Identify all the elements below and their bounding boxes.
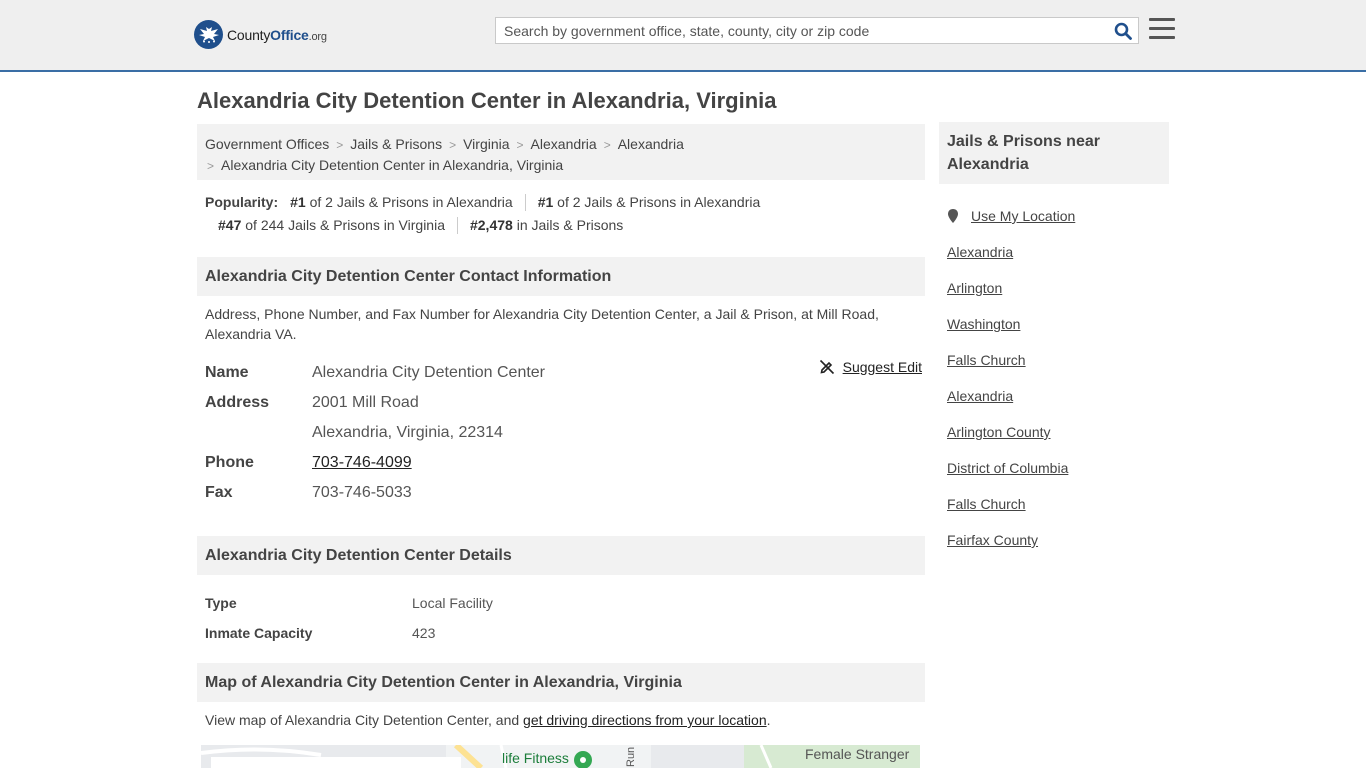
sidebar-item[interactable]: Washington — [947, 306, 1075, 342]
map-heading: Map of Alexandria City Detention Center … — [197, 663, 925, 702]
sidebar-item[interactable]: Fairfax County — [947, 522, 1075, 558]
popularity-item: #1 of 2 Jails & Prisons in Alexandria — [537, 194, 761, 210]
logo-text: CountyOffice.org — [227, 27, 327, 43]
address-label: Address — [205, 394, 270, 411]
use-location-link[interactable]: Use My Location — [971, 208, 1075, 224]
search-bar — [495, 17, 1139, 44]
details-table: Type Local Facility Inmate Capacity 423 — [205, 588, 493, 648]
phone-label: Phone — [205, 454, 254, 471]
breadcrumb: Government Offices > Jails & Prisons > Virgi… — [197, 124, 925, 180]
contact-row-address2: Alexandria, Virginia, 22314 — [205, 418, 925, 448]
popularity-item: #2,478 in Jails & Prisons — [469, 217, 624, 233]
divider — [524, 194, 526, 211]
name-value: Alexandria City Detention Center — [312, 364, 546, 381]
sidebar-item[interactable]: Falls Church — [947, 342, 1075, 378]
sidebar-link-falls-church[interactable]: Falls Church — [947, 352, 1026, 368]
capacity-label: Inmate Capacity — [205, 625, 313, 641]
location-pin-icon — [948, 209, 958, 223]
breadcrumb-link-government-offices[interactable]: Government Offices — [205, 136, 329, 152]
sidebar-link-district-of-columbia[interactable]: District of Columbia — [947, 460, 1068, 476]
logo-org: .org — [308, 30, 327, 43]
breadcrumb-current: Alexandria City Detention Center in Alex… — [221, 157, 564, 173]
search-icon — [1114, 22, 1132, 40]
breadcrumb-link-alexandria-county[interactable]: Alexandria — [531, 136, 597, 152]
breadcrumb-link-alexandria-city[interactable]: Alexandria — [618, 136, 684, 152]
driving-directions-link[interactable]: get driving directions from your locatio… — [523, 712, 767, 728]
name-label: Name — [205, 364, 249, 381]
breadcrumb-link-virginia[interactable]: Virginia — [463, 136, 509, 152]
contact-row-fax: Fax 703-746-5033 — [205, 478, 925, 508]
map-description: View map of Alexandria City Detention Ce… — [205, 712, 771, 728]
fax-value: 703-746-5033 — [312, 484, 412, 501]
map-label-run: Run — [625, 746, 637, 767]
details-row: Type Local Facility — [205, 588, 493, 618]
chevron-right-icon: > — [207, 159, 215, 173]
sidebar-link-alexandria[interactable]: Alexandria — [947, 244, 1013, 260]
contact-row-phone: Phone 703-746-4099 — [205, 448, 925, 478]
suggest-edit[interactable]: Suggest Edit — [819, 359, 922, 375]
chevron-right-icon: > — [516, 138, 524, 152]
chevron-right-icon: > — [603, 138, 611, 152]
sidebar-link-alexandria-2[interactable]: Alexandria — [947, 388, 1013, 404]
fax-label: Fax — [205, 484, 233, 501]
contact-description: Address, Phone Number, and Fax Number fo… — [205, 306, 879, 342]
details-row: Inmate Capacity 423 — [205, 618, 493, 648]
phone-link[interactable]: 703-746-4099 — [312, 454, 412, 471]
breadcrumb-link-jails-prisons[interactable]: Jails & Prisons — [350, 136, 442, 152]
logo-county: County — [227, 26, 271, 43]
sidebar-link-arlington[interactable]: Arlington — [947, 280, 1002, 296]
contact-row-name: Name Alexandria City Detention Center — [205, 358, 925, 388]
logo-office: Office — [270, 26, 309, 43]
sidebar-heading: Jails & Prisons near Alexandria — [939, 122, 1169, 184]
contact-heading: Alexandria City Detention Center Contact… — [197, 257, 925, 296]
sidebar-link-fairfax-county[interactable]: Fairfax County — [947, 532, 1038, 548]
search-input[interactable] — [496, 18, 1108, 43]
contact-info: Suggest Edit Name Alexandria City Detent… — [205, 358, 925, 508]
capacity-value: 423 — [412, 625, 436, 641]
map-label-female-stranger: Female Stranger — [805, 746, 910, 762]
sidebar-link-arlington-county[interactable]: Arlington County — [947, 424, 1051, 440]
map-label-fitness: life Fitness — [502, 750, 569, 766]
page-title: Alexandria City Detention Center in Alex… — [197, 88, 777, 113]
edit-off-icon — [819, 359, 834, 375]
suggest-edit-link[interactable]: Suggest Edit — [843, 359, 922, 375]
type-value: Local Facility — [412, 595, 493, 611]
chevron-right-icon: > — [336, 138, 344, 152]
use-location[interactable]: Use My Location — [947, 198, 1075, 234]
sidebar-item[interactable]: Arlington County — [947, 414, 1075, 450]
sidebar-item[interactable]: Alexandria — [947, 234, 1075, 270]
address-line2: Alexandria, Virginia, 22314 — [312, 424, 503, 441]
chevron-right-icon: > — [449, 138, 457, 152]
address-line1: 2001 Mill Road — [312, 394, 419, 411]
sidebar-item[interactable]: Alexandria — [947, 378, 1075, 414]
popularity: Popularity: #1 of 2 Jails & Prisons in A… — [205, 191, 925, 237]
sidebar-item[interactable]: Falls Church — [947, 486, 1075, 522]
type-label: Type — [205, 595, 237, 611]
search-button[interactable] — [1108, 18, 1138, 43]
sidebar-link-washington[interactable]: Washington — [947, 316, 1020, 332]
popularity-label: Popularity: — [205, 194, 279, 210]
hamburger-menu-icon[interactable] — [1149, 18, 1175, 42]
sidebar-item[interactable]: District of Columbia — [947, 450, 1075, 486]
popularity-item: #1 of 2 Jails & Prisons in Alexandria — [290, 194, 513, 210]
contact-row-address: Address 2001 Mill Road — [205, 388, 925, 418]
sidebar-item[interactable]: Arlington — [947, 270, 1075, 306]
top-header: CountyOffice.org — [0, 0, 1366, 72]
map-embed[interactable]: life Fitness Run Female Stranger — [201, 745, 920, 768]
details-heading: Alexandria City Detention Center Details — [197, 536, 925, 575]
sidebar-list: Use My Location Alexandria Arlington Was… — [947, 198, 1075, 558]
site-logo[interactable]: CountyOffice.org — [194, 20, 327, 49]
popularity-item: #47 of 244 Jails & Prisons in Virginia — [218, 217, 445, 233]
divider — [456, 217, 458, 234]
logo-eagle-icon — [194, 20, 223, 49]
sidebar-link-falls-church-2[interactable]: Falls Church — [947, 496, 1026, 512]
